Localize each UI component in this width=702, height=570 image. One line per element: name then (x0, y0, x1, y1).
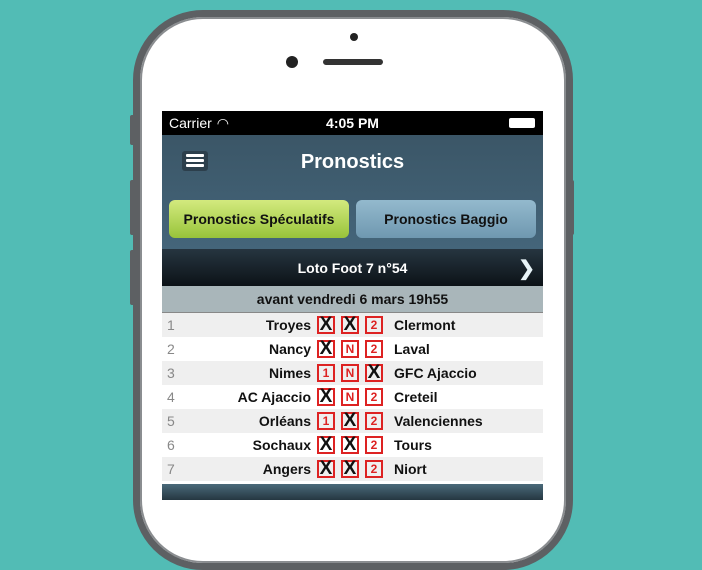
match-row: 1 Troyes X X 2 Clermont (162, 313, 543, 337)
front-camera (286, 56, 298, 68)
pick-N[interactable]: N (341, 364, 359, 382)
pick-crossed-N[interactable]: X (341, 411, 359, 430)
away-team: Laval (394, 341, 430, 357)
match-row: 2 Nancy X N 2 Laval (162, 337, 543, 361)
chevron-right-icon[interactable]: ❯ (518, 256, 535, 281)
pick-1[interactable]: 1 (317, 412, 335, 430)
nav-bar: Pronostics Pronostics Spéculatifs Pronos… (162, 135, 543, 249)
volume-up-button (130, 180, 135, 235)
match-row: 6 Sochaux X X 2 Tours (162, 433, 543, 457)
pick-crossed-2[interactable]: X (365, 363, 383, 382)
volume-down-button (130, 250, 135, 305)
pick-1[interactable]: 1 (317, 364, 335, 382)
away-team: Tours (394, 437, 432, 453)
away-team: Valenciennes (394, 413, 483, 429)
pick-crossed-1[interactable]: X (317, 315, 335, 334)
earpiece-speaker (323, 59, 383, 65)
away-team: Clermont (394, 317, 456, 333)
screen: Carrier ◠ 4:05 PM Pronostics Pronostics … (162, 111, 543, 500)
pick-crossed-1[interactable]: X (317, 435, 335, 454)
pick-2[interactable]: 2 (365, 388, 383, 406)
pick-crossed-1[interactable]: X (317, 459, 335, 478)
away-team: Creteil (394, 389, 438, 405)
pick-crossed-1[interactable]: X (317, 387, 335, 406)
status-bar: Carrier ◠ 4:05 PM (162, 111, 543, 135)
pick-N[interactable]: N (341, 340, 359, 358)
clock: 4:05 PM (326, 115, 379, 131)
match-number: 4 (167, 389, 175, 405)
grid-title: Loto Foot 7 n°54 (297, 259, 408, 276)
power-button (569, 180, 574, 235)
tab-pronostics-baggio[interactable]: Pronostics Baggio (356, 200, 536, 238)
pick-N[interactable]: N (341, 388, 359, 406)
proximity-sensor (350, 33, 358, 41)
home-team: Sochaux (252, 437, 311, 453)
match-number: 6 (167, 437, 175, 453)
mute-switch (130, 115, 135, 145)
home-team: AC Ajaccio (237, 389, 311, 405)
home-team: Orléans (258, 413, 311, 429)
deadline-bar: avant vendredi 6 mars 19h55 (162, 286, 543, 313)
home-team: Troyes (265, 317, 311, 333)
home-team: Nancy (268, 341, 311, 357)
pick-2[interactable]: 2 (365, 460, 383, 478)
match-number: 2 (167, 341, 175, 357)
page-title: Pronostics (300, 151, 405, 173)
match-number: 1 (167, 317, 175, 333)
pick-crossed-N[interactable]: X (341, 435, 359, 454)
home-team: Nimes (268, 365, 311, 381)
away-team: Niort (394, 461, 427, 477)
next-grid-bar[interactable] (162, 484, 543, 500)
match-row: 5 Orléans 1 X 2 Valenciennes (162, 409, 543, 433)
match-row: 4 AC Ajaccio X N 2 Creteil (162, 385, 543, 409)
match-number: 3 (167, 365, 175, 381)
pick-2[interactable]: 2 (365, 412, 383, 430)
pick-crossed-N[interactable]: X (341, 459, 359, 478)
match-number: 7 (167, 461, 175, 477)
pick-crossed-N[interactable]: X (341, 315, 359, 334)
match-row: 7 Angers X X 2 Niort (162, 457, 543, 481)
home-team: Angers (262, 461, 311, 477)
away-team: GFC Ajaccio (394, 365, 477, 381)
pick-2[interactable]: 2 (365, 316, 383, 334)
pick-2[interactable]: 2 (365, 436, 383, 454)
match-list: 1 Troyes X X 2 Clermont 2 Nancy X N 2 Laval 3 Nime… (162, 313, 543, 481)
tab-pronostics-speculatifs[interactable]: Pronostics Spéculatifs (169, 200, 349, 238)
match-number: 5 (167, 413, 175, 429)
pick-crossed-1[interactable]: X (317, 339, 335, 358)
battery-icon (509, 118, 535, 128)
pick-2[interactable]: 2 (365, 340, 383, 358)
grid-title-bar[interactable]: Loto Foot 7 n°54 ❯ (162, 249, 543, 286)
match-row: 3 Nimes 1 N X GFC Ajaccio (162, 361, 543, 385)
